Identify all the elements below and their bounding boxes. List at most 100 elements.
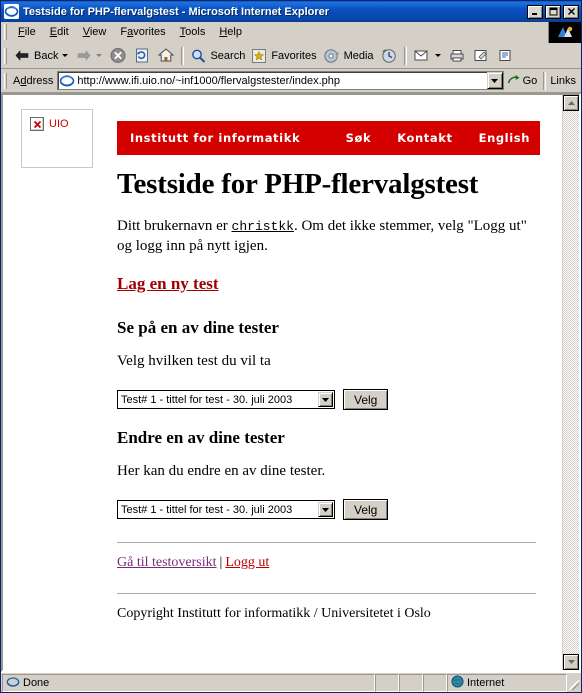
menu-item-file[interactable]: File: [11, 24, 43, 40]
edit-test-submit-button[interactable]: Velg: [343, 499, 389, 521]
menu-item-tools[interactable]: Tools: [173, 24, 213, 40]
ie-animated-logo-icon: [548, 21, 581, 43]
security-zone-panel[interactable]: Internet: [447, 674, 567, 692]
status-panel-1: [375, 674, 399, 692]
page-icon: [59, 73, 75, 89]
logout-link[interactable]: Logg ut: [225, 555, 269, 570]
forward-button[interactable]: [72, 45, 106, 67]
resize-grip[interactable]: [567, 674, 581, 692]
view-test-submit-button[interactable]: Velg: [343, 389, 389, 410]
broken-image-placeholder: UIO: [30, 117, 69, 131]
menu-item-view[interactable]: View: [76, 24, 114, 40]
favorites-star-icon: [252, 48, 267, 63]
discuss-button[interactable]: [493, 45, 517, 67]
scrollbar-track[interactable]: [563, 111, 579, 654]
view-tests-description: Velg hvilken test du vil ta: [117, 352, 271, 369]
status-panel-3: [423, 674, 447, 692]
browser-window: Testside for PHP-flervalgstest - Microso…: [0, 0, 582, 693]
page-viewport: UIO Institutt for informatikk Søk Kontak…: [1, 93, 581, 672]
security-zone-label: Internet: [467, 677, 505, 689]
refresh-button[interactable]: [130, 45, 154, 67]
minimize-button[interactable]: [527, 4, 543, 19]
address-grip[interactable]: [4, 72, 7, 89]
status-page-icon: [6, 675, 20, 692]
go-button-label: Go: [522, 74, 538, 87]
edit-test-select[interactable]: Test# 1 - tittel for test - 30. juli 200…: [117, 500, 335, 520]
view-test-form: Test# 1 - tittel for test - 30. juli 200…: [117, 389, 536, 410]
back-dropdown-icon[interactable]: [62, 54, 69, 57]
page-body: Testside for PHP-flervalgstest Ditt bruk…: [117, 169, 562, 622]
favorites-button[interactable]: Favorites: [248, 45, 319, 67]
media-button[interactable]: Media: [320, 45, 377, 67]
stop-button[interactable]: [106, 45, 130, 67]
media-button-label: Media: [343, 49, 374, 62]
mail-icon: [414, 50, 428, 61]
create-new-test-link[interactable]: Lag en ny test: [117, 274, 219, 294]
back-button[interactable]: Back: [11, 45, 72, 67]
edit-button[interactable]: [469, 45, 493, 67]
web-page: UIO Institutt for informatikk Søk Kontak…: [3, 95, 562, 670]
discuss-icon: [499, 50, 511, 61]
mail-button[interactable]: [410, 45, 445, 67]
edit-test-select-value: Test# 1 - tittel for test - 30. juli 200…: [121, 503, 293, 516]
status-panel-2: [399, 674, 423, 692]
home-button[interactable]: [154, 45, 178, 67]
history-button[interactable]: [377, 45, 401, 67]
banner-links: Søk Kontakt English: [346, 131, 530, 145]
address-input[interactable]: http://www.ifi.uio.no/~inf1000/flervalgs…: [57, 71, 504, 90]
mail-dropdown-icon[interactable]: [434, 54, 441, 57]
home-icon: [158, 48, 175, 62]
view-test-select-value: Test# 1 - tittel for test - 30. juli 200…: [121, 393, 293, 406]
search-button[interactable]: Search: [187, 45, 248, 67]
edit-tests-heading: Endre en av dine tester: [117, 428, 285, 447]
site-banner: Institutt for informatikk Søk Kontakt En…: [117, 121, 540, 155]
search-button-label: Search: [210, 49, 246, 62]
vertical-scrollbar[interactable]: [562, 95, 579, 670]
go-button[interactable]: Go: [504, 74, 542, 87]
chevron-down-icon-2[interactable]: [318, 502, 333, 518]
close-button[interactable]: [563, 4, 579, 19]
test-overview-link[interactable]: Gå til testoversikt: [117, 555, 217, 570]
banner-title: Institutt for informatikk: [130, 131, 301, 145]
menu-item-edit[interactable]: Edit: [43, 24, 76, 40]
search-icon: [192, 49, 206, 63]
view-test-select[interactable]: Test# 1 - tittel for test - 30. juli 200…: [117, 390, 335, 409]
address-dropdown-button[interactable]: [486, 72, 503, 89]
footer-links: Gå til testoversikt | Logg ut: [117, 555, 536, 571]
edit-page-icon: [474, 50, 487, 61]
chevron-down-icon[interactable]: [318, 392, 333, 407]
scroll-up-button[interactable]: [563, 95, 579, 111]
status-text: Done: [23, 677, 50, 689]
forward-arrow-icon: [78, 50, 91, 61]
print-button[interactable]: [445, 45, 469, 67]
navigation-toolbar: Back Search Favorites Media: [1, 43, 581, 69]
back-arrow-icon: [15, 50, 29, 61]
links-button[interactable]: Links: [548, 75, 581, 87]
edit-tests-description: Her kan du endre en av dine tester.: [117, 463, 326, 479]
menu-grip[interactable]: [4, 24, 7, 40]
page-content: UIO Institutt for informatikk Søk Kontak…: [3, 95, 562, 622]
maximize-button[interactable]: [545, 4, 561, 19]
menu-item-help[interactable]: Help: [212, 24, 249, 40]
banner-link-english[interactable]: English: [479, 131, 530, 145]
scroll-down-button[interactable]: [563, 654, 579, 670]
stop-icon: [110, 48, 126, 63]
menu-item-favorites[interactable]: Favorites: [113, 24, 172, 40]
copyright-text: Copyright Institutt for informatikk / Un…: [117, 606, 431, 622]
intro-prefix: Ditt brukernavn er: [117, 218, 232, 235]
forward-dropdown-icon[interactable]: [96, 54, 103, 57]
address-bar: Address http://www.ifi.uio.no/~inf1000/f…: [1, 69, 581, 93]
banner-link-sok[interactable]: Søk: [346, 131, 372, 145]
menu-bar: File Edit View Favorites Tools Help: [1, 21, 581, 43]
toolbar-grip[interactable]: [4, 47, 7, 64]
uio-logo[interactable]: UIO: [21, 109, 93, 168]
toolbar-separator: [181, 46, 185, 65]
address-label: Address: [13, 74, 54, 87]
banner-link-kontakt[interactable]: Kontakt: [397, 131, 452, 145]
footer-divider-bottom: [117, 593, 536, 595]
title-bar: Testside for PHP-flervalgstest - Microso…: [1, 1, 581, 22]
refresh-icon: [136, 48, 149, 63]
username-value: christkk: [231, 219, 294, 235]
broken-image-icon: [30, 117, 44, 131]
window-controls: [527, 4, 579, 19]
